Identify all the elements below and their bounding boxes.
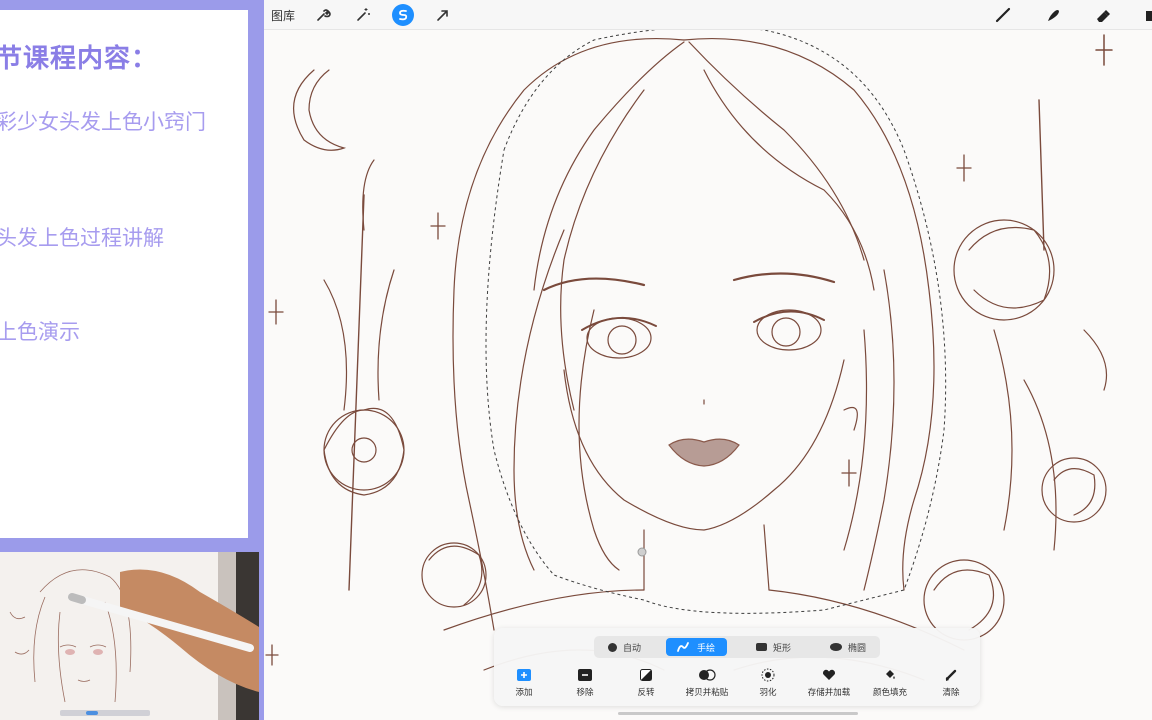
gallery-button[interactable]: 图库 — [271, 4, 295, 26]
freehand-icon — [677, 642, 689, 652]
color-fill-button[interactable]: 颜色填充 — [860, 666, 920, 698]
home-indicator[interactable] — [618, 712, 858, 715]
minus-icon — [578, 669, 592, 681]
lesson-title: 节课程内容： — [0, 44, 159, 74]
rectangle-icon — [756, 643, 767, 651]
line-art-drawing[interactable] — [264, 30, 1152, 720]
selection-node[interactable] — [637, 547, 647, 557]
lesson-outline-panel: 节课程内容： 彩少女头发上色小窍门 头发上色过程讲解 上色演示 — [0, 10, 248, 538]
selection-mode-bar: 自动 手绘 矩形 椭圆 — [594, 636, 880, 658]
save-load-label: 存储并加载 — [807, 687, 851, 697]
remove-label: 移除 — [576, 687, 594, 697]
invert-button[interactable]: 反转 — [616, 666, 676, 698]
clear-brush-icon — [945, 669, 957, 681]
mode-freehand[interactable]: 手绘 — [666, 638, 728, 656]
color-fill-icon — [886, 670, 895, 679]
copy-paste-label: 拷贝并粘贴 — [685, 687, 729, 697]
lesson-item-1: 彩少女头发上色小窍门 — [0, 110, 206, 134]
automatic-icon — [608, 642, 617, 652]
wrench-icon[interactable] — [312, 4, 334, 26]
invert-icon — [640, 669, 652, 681]
drawing-canvas[interactable] — [264, 0, 1152, 720]
mode-freehand-label: 手绘 — [697, 642, 716, 653]
selection-outline — [485, 30, 947, 614]
mode-rectangle-label: 矩形 — [773, 642, 792, 653]
clear-button[interactable]: 清除 — [921, 666, 981, 698]
color-fill-label: 颜色填充 — [872, 687, 907, 697]
selection-icon[interactable] — [392, 4, 414, 26]
layers-icon[interactable] — [1140, 4, 1152, 26]
eraser-icon[interactable] — [1092, 4, 1114, 26]
mode-ellipse-label: 椭圆 — [848, 642, 867, 653]
ellipse-icon — [830, 643, 842, 651]
selection-actions: 添加 移除 反转 拷贝并粘贴 羽化 存储并加载 颜色填充 清除 — [494, 666, 980, 702]
remove-button[interactable]: 移除 — [555, 666, 615, 698]
add-button[interactable]: 添加 — [494, 666, 554, 698]
heart-icon — [822, 669, 836, 680]
add-label: 添加 — [515, 687, 533, 697]
mode-automatic-label: 自动 — [623, 642, 642, 653]
copy-paste-icon — [699, 669, 716, 681]
screen: 节课程内容： 彩少女头发上色小窍门 头发上色过程讲解 上色演示 图库 自动 手绘… — [0, 0, 1152, 720]
selection-panel: 自动 手绘 矩形 椭圆 添加 移除 反转 拷贝并粘贴 羽化 存储并加载 颜色填充… — [494, 628, 980, 706]
mode-rectangle[interactable]: 矩形 — [756, 638, 791, 656]
clear-label: 清除 — [942, 687, 960, 697]
mode-automatic[interactable]: 自动 — [608, 638, 641, 656]
plus-icon — [517, 669, 531, 681]
moon-drawing — [293, 69, 347, 151]
transform-arrow-icon[interactable] — [432, 4, 454, 26]
save-load-button[interactable]: 存储并加载 — [799, 666, 859, 698]
brush-icon[interactable] — [992, 4, 1014, 26]
lesson-item-3: 上色演示 — [0, 320, 80, 344]
webcam-image — [0, 552, 259, 720]
invert-label: 反转 — [637, 687, 655, 697]
webcam-inset — [0, 552, 259, 720]
mode-ellipse[interactable]: 椭圆 — [830, 638, 866, 656]
top-toolbar: 图库 — [264, 0, 1152, 30]
lesson-item-2: 头发上色过程讲解 — [0, 226, 164, 250]
copy-paste-button[interactable]: 拷贝并粘贴 — [677, 666, 737, 698]
feather-label: 羽化 — [759, 687, 777, 697]
magic-wand-icon[interactable] — [352, 4, 374, 26]
smudge-icon[interactable] — [1042, 4, 1064, 26]
feather-button[interactable]: 羽化 — [738, 666, 798, 698]
feather-icon — [761, 668, 775, 682]
